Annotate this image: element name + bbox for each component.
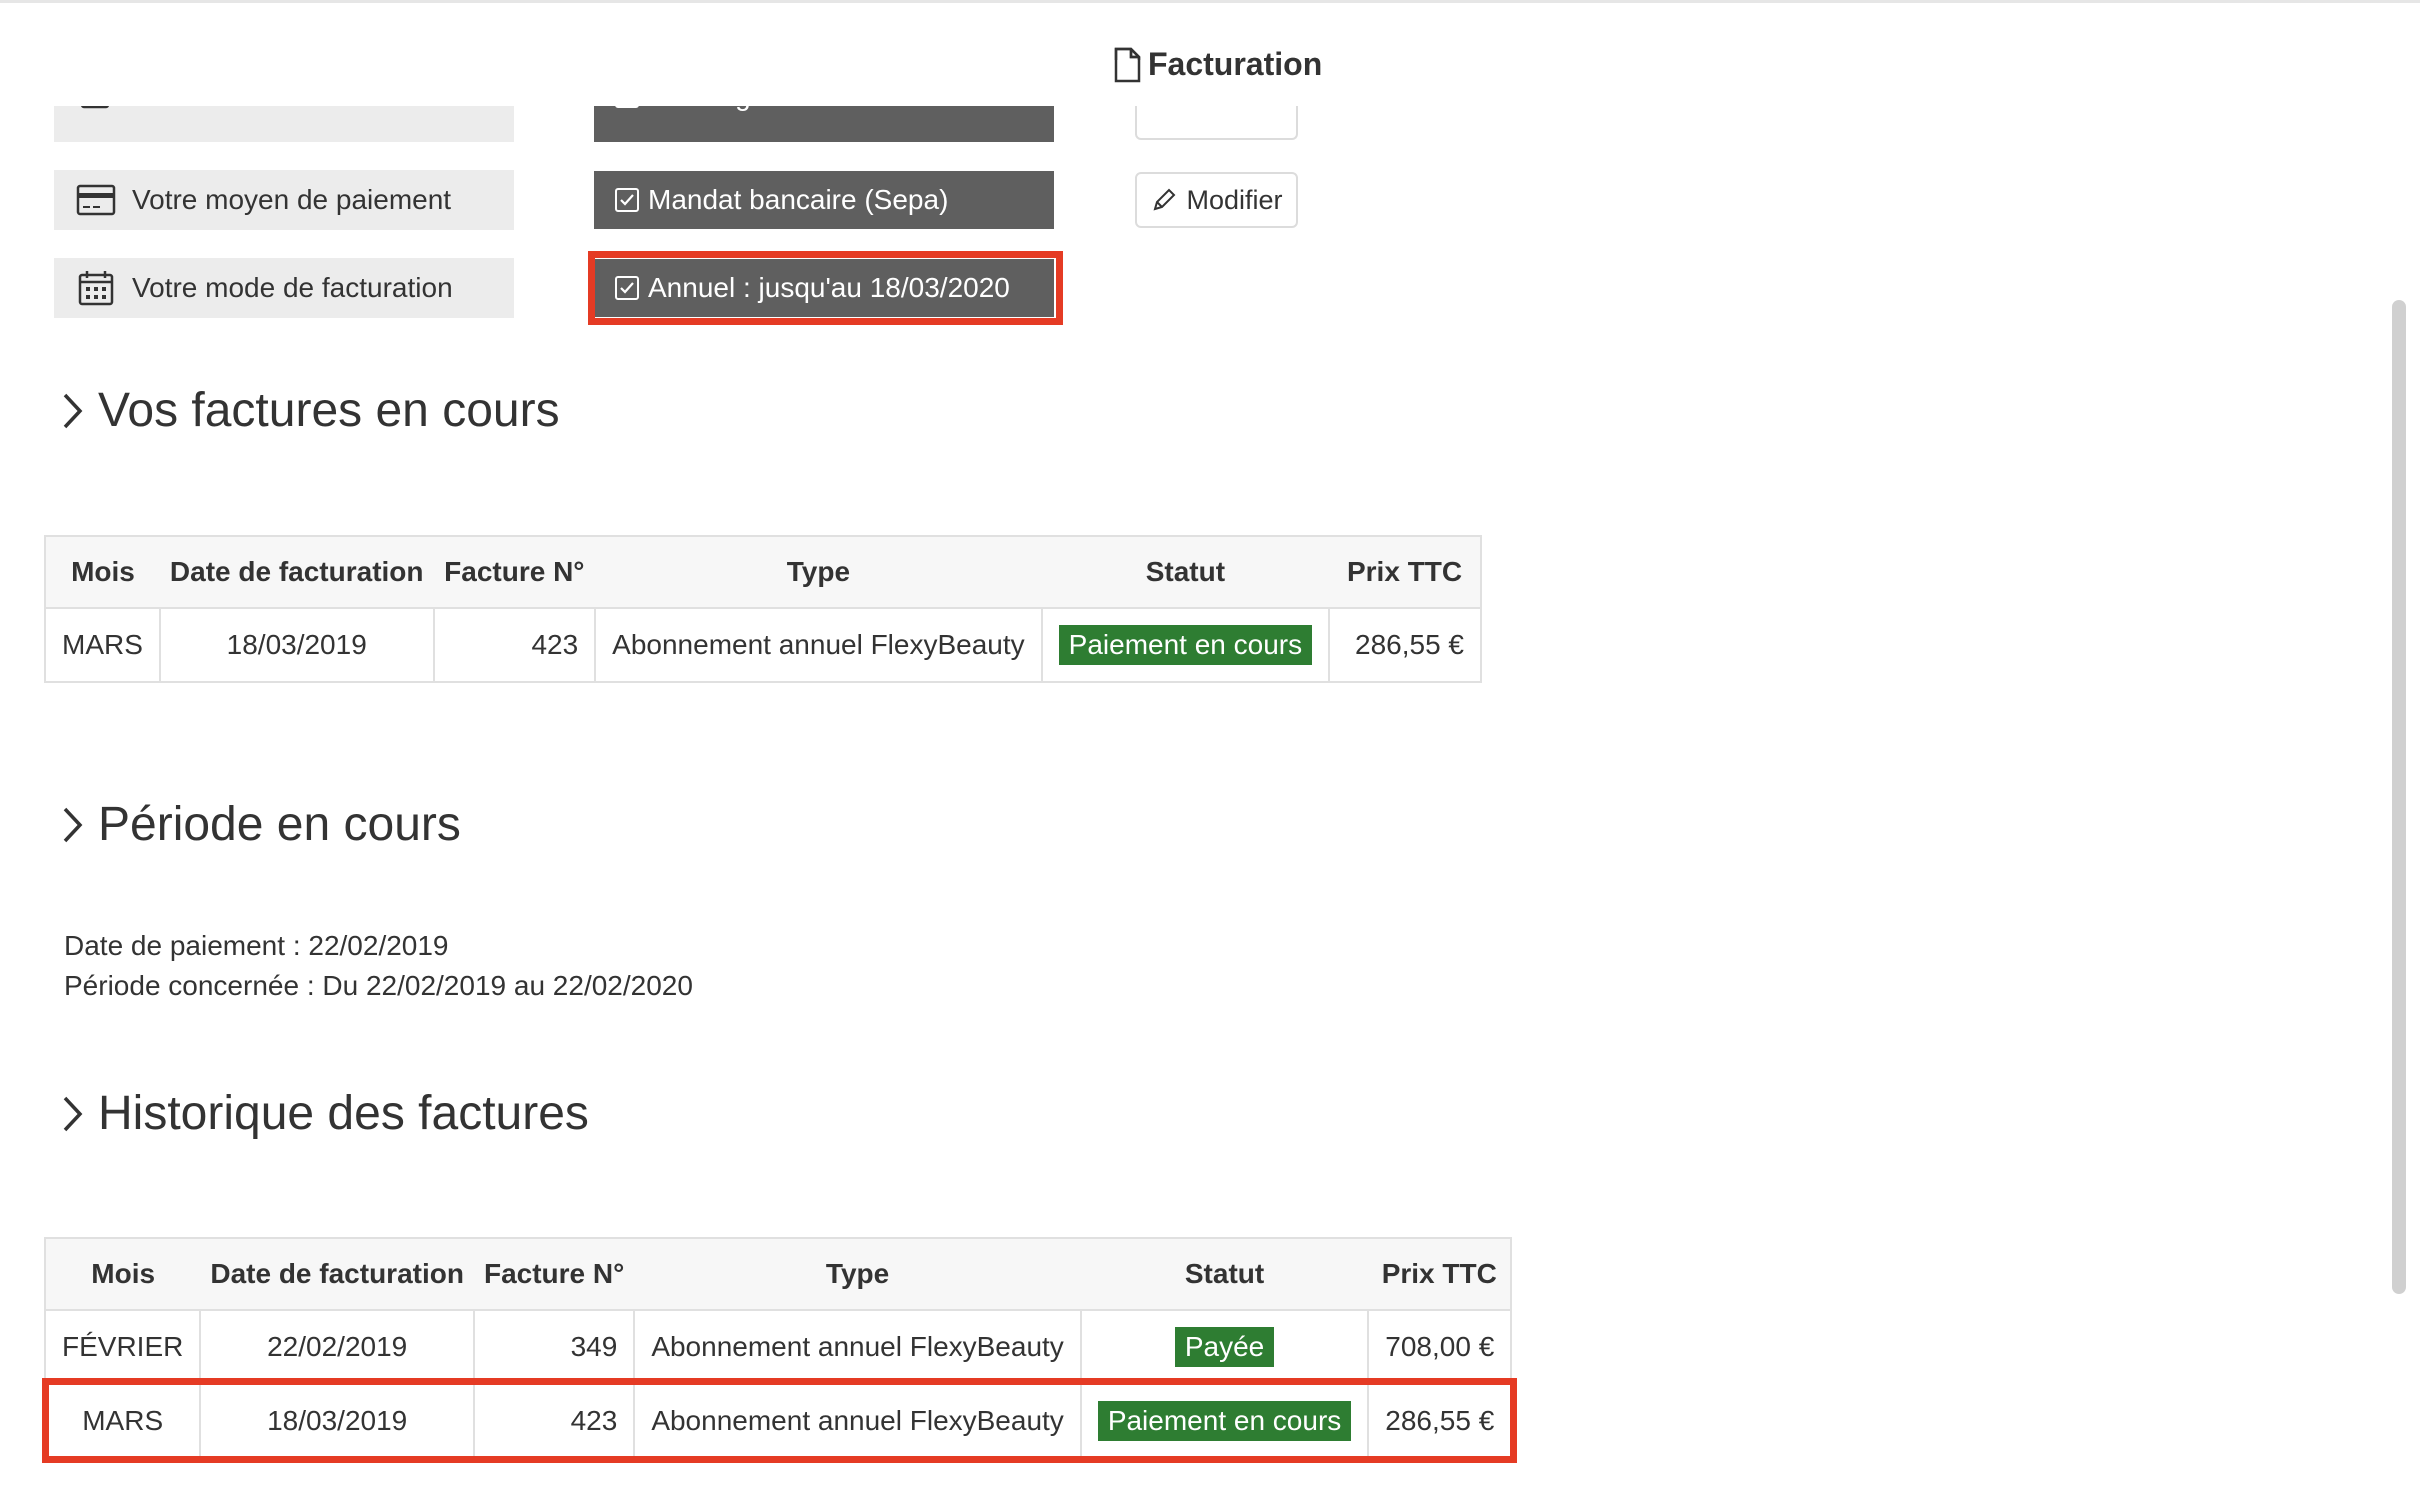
modify-button-label: Modifier [1186,184,1283,215]
column-header: Facture N° [473,1237,635,1311]
table-row: FÉVRIER 22/02/2019 349 Abonnement annuel… [43,1309,1513,1385]
column-header: Type [595,535,1042,609]
status-badge: Paiement en cours [1097,1401,1352,1441]
column-header: Date de facturation [159,535,434,609]
billing-mode-label: Votre mode de facturation [54,258,514,318]
table-header-row: Mois Date de facturation Facture N° Type… [44,535,1482,609]
section-current-period-title: Période en cours [60,797,461,852]
section-current-invoices-title: Vos factures en cours [60,383,560,438]
chevron-right-icon [63,807,83,842]
payment-date: Date de paiement : 22/02/2019 [64,930,449,961]
table-row: MARS 18/03/2019 423 Abonnement annuel Fl… [43,1383,1513,1459]
cell-price: 286,55 € [1328,607,1482,683]
column-header: Mois [43,1237,201,1311]
column-header: Prix TTC [1329,535,1482,609]
cell-price: 286,55 € [1367,1383,1513,1459]
cell-date: 18/03/2019 [158,607,435,683]
cell-status: Paiement en cours [1040,607,1331,683]
billing-mode-label-text: Votre mode de facturation [132,272,453,303]
checked-box-icon [615,276,639,300]
vertical-scrollbar[interactable] [2392,300,2406,1294]
cell-type: Abonnement annuel FlexyBeauty [633,1383,1082,1459]
cell-date: 22/02/2019 [199,1309,475,1385]
chevron-right-icon [63,393,83,428]
document-icon [1114,47,1141,82]
payment-method-label-text: Votre moyen de paiement [132,184,452,215]
page-title-text-overlay: Facturation [1148,46,1323,82]
column-header: Date de facturation [200,1237,474,1311]
cell-month: MARS [43,1383,202,1459]
cell-invoice-number: 423 [432,607,597,683]
page-title-overlay: Facturation [1112,46,1322,83]
checked-box-icon [615,188,639,212]
section-history-title: Historique des factures [60,1086,589,1141]
current-period-details: Date de paiement : 22/02/2019 Période co… [64,926,693,1006]
cell-type: Abonnement annuel FlexyBeauty [633,1309,1082,1385]
pencil-icon [1154,188,1176,211]
column-header: Facture N° [433,535,596,609]
table-row: MARS 18/03/2019 423 Abonnement annuel Fl… [44,607,1482,683]
cell-invoice-number: 349 [472,1309,636,1385]
chevron-right-icon [63,1096,83,1131]
payment-method-value-text: Mandat bancaire (Sepa) [648,184,949,215]
column-header: Mois [44,535,160,609]
section-history-text: Historique des factures [98,1087,589,1140]
billing-mode-value-text: Annuel : jusqu'au 18/03/2020 [648,272,1010,303]
cell-date: 18/03/2019 [199,1383,475,1459]
section-current-period-text: Période en cours [98,798,461,851]
cell-status: Payée [1079,1309,1370,1385]
table-header-row: Mois Date de facturation Facture N° Type… [43,1237,1513,1311]
cell-price: 708,00 € [1367,1309,1513,1385]
current-invoices-table: Mois Date de facturation Facture N° Type… [44,535,1482,683]
calendar-icon [78,271,114,306]
cell-month: MARS [44,607,161,683]
invoice-history-table: Mois Date de facturation Facture N° Type… [43,1237,1513,1459]
payment-method-label: Votre moyen de paiement [54,170,514,230]
status-badge: Paiement en cours [1058,625,1313,665]
column-header: Type [634,1237,1081,1311]
column-header: Statut [1041,535,1330,609]
column-header: Prix TTC [1368,1237,1513,1311]
billing-mode-value: Annuel : jusqu'au 18/03/2020 [594,259,1054,317]
status-badge: Payée [1174,1327,1275,1367]
payment-method-value: Mandat bancaire (Sepa) [594,171,1054,229]
section-current-invoices-text: Vos factures en cours [98,384,560,437]
cell-invoice-number: 423 [472,1383,636,1459]
page: Facturation Vos données de facturation R… [0,0,2420,1496]
column-header: Statut [1080,1237,1369,1311]
cell-status: Paiement en cours [1079,1383,1370,1459]
top-divider [0,0,2420,3]
credit-card-icon [76,184,116,216]
period-range: Période concernée : Du 22/02/2019 au 22/… [64,970,693,1001]
cell-type: Abonnement annuel FlexyBeauty [594,607,1043,683]
cell-month: FÉVRIER [43,1309,202,1385]
modify-payment-method-button[interactable]: Modifier [1135,172,1298,228]
